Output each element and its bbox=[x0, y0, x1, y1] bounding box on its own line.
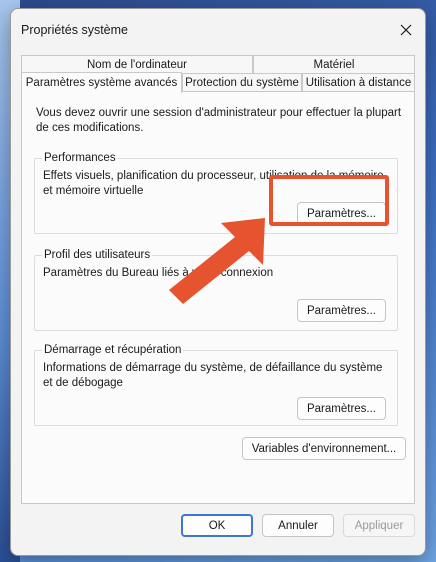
cancel-button[interactable]: Annuler bbox=[262, 514, 334, 537]
tab-remote[interactable]: Utilisation à distance bbox=[302, 73, 415, 92]
annotation-highlight-box bbox=[269, 175, 389, 226]
startup-recovery-group: Démarrage et récupération Informations d… bbox=[34, 343, 398, 426]
title-bar: Propriétés système bbox=[11, 9, 425, 49]
tab-advanced-system-settings[interactable]: Paramètres système avancés bbox=[21, 72, 182, 93]
user-profiles-title: Profil des utilisateurs bbox=[42, 248, 153, 262]
close-button[interactable] bbox=[391, 17, 421, 43]
startup-recovery-settings-button[interactable]: Paramètres... bbox=[297, 397, 386, 420]
tab-system-protection[interactable]: Protection du système bbox=[182, 73, 302, 92]
arrow-icon bbox=[169, 218, 265, 304]
user-profiles-settings-button[interactable]: Paramètres... bbox=[297, 299, 386, 322]
startup-recovery-title: Démarrage et récupération bbox=[42, 343, 184, 357]
admin-notice: Vous devez ouvrir une session d'administ… bbox=[36, 107, 402, 134]
environment-variables-button[interactable]: Variables d'environnement... bbox=[242, 437, 406, 460]
startup-recovery-description: Informations de démarrage du système, de… bbox=[43, 362, 383, 389]
window-title: Propriétés système bbox=[21, 23, 128, 37]
performance-title: Performances bbox=[42, 151, 118, 165]
ok-button[interactable]: OK bbox=[181, 514, 253, 537]
apply-button[interactable]: Appliquer bbox=[343, 514, 415, 537]
close-icon bbox=[400, 24, 412, 36]
tab-hardware[interactable]: Matériel bbox=[253, 55, 415, 74]
